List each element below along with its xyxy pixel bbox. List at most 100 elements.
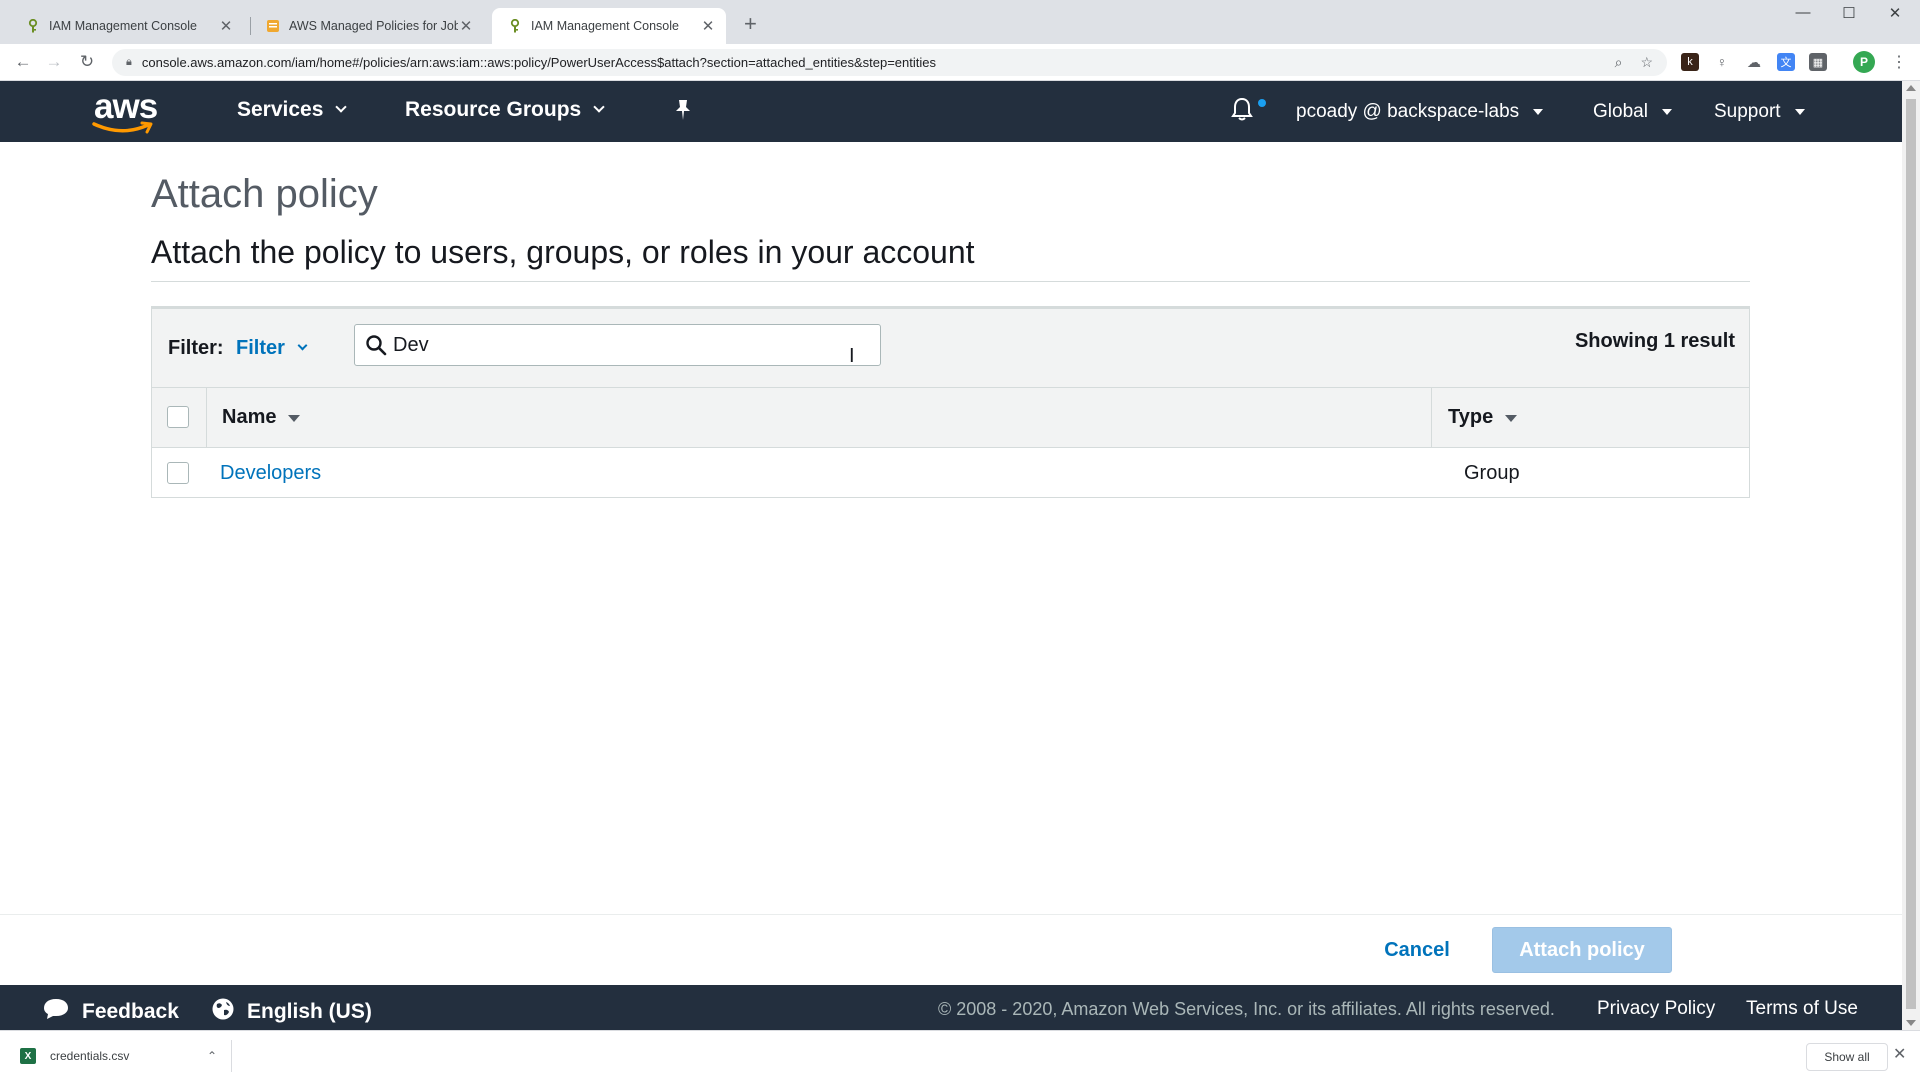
new-tab-button[interactable]: + — [744, 13, 757, 35]
notification-dot — [1258, 99, 1266, 107]
show-all-button[interactable]: Show all — [1806, 1043, 1888, 1071]
caret-down-icon — [1661, 109, 1672, 115]
search-icon — [366, 335, 387, 356]
browser-tab-strip: IAM Management Console ✕ AWS Managed Pol… — [0, 0, 1920, 44]
action-bar-divider — [0, 914, 1902, 915]
translate-extension-icon[interactable]: 文 — [1777, 53, 1795, 71]
globe-icon — [211, 997, 235, 1027]
row-checkbox[interactable] — [167, 462, 189, 484]
extension-grid-icon[interactable]: ▦ — [1809, 53, 1827, 71]
vertical-scrollbar[interactable] — [1902, 81, 1920, 1030]
attach-policy-button[interactable]: Attach policy — [1492, 927, 1672, 973]
search-box[interactable]: I — [354, 324, 881, 367]
language-selector[interactable]: English (US) — [211, 997, 372, 1027]
aws-docs-icon — [266, 19, 280, 33]
page-subtitle: Attach the policy to users, groups, or r… — [151, 234, 975, 270]
chevron-down-icon — [335, 101, 348, 113]
close-shelf-icon[interactable]: ✕ — [1893, 1044, 1906, 1064]
support-menu[interactable]: Support — [1714, 101, 1805, 123]
notification-bell-icon[interactable] — [1230, 96, 1254, 129]
url-text: console.aws.amazon.com/iam/home#/policie… — [141, 55, 936, 70]
reload-icon[interactable]: ↻ — [76, 52, 98, 72]
excel-file-icon: X — [20, 1048, 36, 1064]
download-file-name: credentials.csv — [50, 1049, 130, 1063]
caret-down-icon — [1533, 109, 1544, 115]
table-header: Name Type — [152, 387, 1749, 448]
column-header-type[interactable]: Type — [1448, 406, 1518, 429]
cancel-button[interactable]: Cancel — [1370, 928, 1464, 972]
column-header-label: Name — [222, 406, 277, 428]
column-header-name[interactable]: Name — [222, 406, 301, 429]
column-divider — [1431, 388, 1432, 447]
aws-top-nav: aws Services Resource Groups pcoady @ ba… — [0, 81, 1902, 142]
sort-caret-icon — [288, 415, 301, 422]
browser-tab-title: IAM Management Console — [531, 19, 679, 33]
extension-cloud-icon[interactable]: ☁ — [1745, 53, 1763, 71]
copyright-text: © 2008 - 2020, Amazon Web Services, Inc.… — [938, 999, 1555, 1019]
account-label: pcoady @ backspace-labs — [1296, 101, 1520, 122]
close-tab-icon[interactable]: ✕ — [218, 17, 234, 35]
column-divider — [206, 388, 207, 447]
browser-menu-icon[interactable]: ⋮ — [1891, 52, 1907, 72]
table-row[interactable]: Developers Group — [152, 448, 1749, 498]
browser-tab-iam-1[interactable]: IAM Management Console ✕ — [10, 8, 244, 44]
download-shelf: X credentials.csv ⌃ Show all ✕ — [0, 1030, 1920, 1080]
entity-name-link[interactable]: Developers — [220, 462, 321, 485]
entities-table-panel: Filter: Filter I Showing 1 result Name T… — [151, 306, 1750, 498]
maximize-icon[interactable]: ☐ — [1829, 4, 1869, 22]
address-bar[interactable]: 🔒︎ console.aws.amazon.com/iam/home#/poli… — [112, 49, 1667, 76]
result-count: Showing 1 result — [1574, 330, 1735, 352]
language-label: English (US) — [247, 1000, 372, 1023]
bookmark-star-icon[interactable]: ☆ — [1640, 54, 1653, 71]
back-arrow-icon[interactable]: ← — [12, 52, 34, 72]
feedback-link[interactable]: Feedback — [42, 997, 179, 1027]
close-tab-icon[interactable]: ✕ — [458, 17, 474, 35]
resource-groups-menu[interactable]: Resource Groups — [405, 98, 605, 122]
extension-key-icon[interactable]: ♀ — [1713, 53, 1731, 71]
filter-dropdown[interactable]: Filter — [236, 337, 308, 360]
select-all-checkbox[interactable] — [167, 406, 189, 428]
key-icon — [26, 19, 40, 33]
close-window-icon[interactable]: ✕ — [1875, 4, 1915, 22]
chevron-down-icon — [297, 340, 308, 351]
services-menu[interactable]: Services — [237, 98, 348, 122]
sort-caret-icon — [1505, 415, 1518, 422]
minimize-icon[interactable]: — — [1783, 4, 1823, 21]
browser-tab-title: IAM Management Console — [49, 19, 197, 33]
scroll-down-icon[interactable] — [1906, 1020, 1916, 1026]
account-menu[interactable]: pcoady @ backspace-labs — [1296, 101, 1544, 123]
caret-down-icon — [1794, 109, 1805, 115]
chevron-down-icon — [593, 101, 605, 113]
services-label: Services — [237, 98, 324, 121]
privacy-policy-link[interactable]: Privacy Policy — [1597, 998, 1715, 1020]
forward-arrow-icon[interactable]: → — [43, 52, 65, 72]
chevron-up-icon[interactable]: ⌃ — [207, 1049, 217, 1063]
support-label: Support — [1714, 101, 1781, 122]
search-input[interactable] — [393, 331, 863, 359]
extension-icon[interactable]: k — [1681, 53, 1699, 71]
filter-dropdown-label: Filter — [236, 337, 285, 359]
feedback-label: Feedback — [82, 1000, 179, 1023]
profile-avatar[interactable]: P — [1853, 51, 1875, 73]
close-tab-icon[interactable]: ✕ — [700, 17, 716, 35]
aws-smile-icon — [92, 121, 153, 134]
key-icon — [508, 19, 522, 33]
speech-bubble-icon — [42, 997, 70, 1027]
download-item[interactable]: X credentials.csv ⌃ — [14, 1040, 232, 1072]
browser-tab-iam-active[interactable]: IAM Management Console ✕ — [492, 8, 726, 44]
column-header-label: Type — [1448, 406, 1494, 428]
scrollbar-thumb[interactable] — [1906, 99, 1916, 1009]
aws-logo[interactable]: aws — [92, 87, 158, 135]
lock-icon: 🔒︎ — [126, 56, 132, 68]
region-menu[interactable]: Global — [1593, 101, 1672, 123]
aws-footer: Feedback English (US) © 2008 - 2020, Ama… — [0, 985, 1902, 1030]
terms-of-use-link[interactable]: Terms of Use — [1746, 998, 1858, 1020]
pin-icon[interactable] — [673, 98, 693, 128]
resource-groups-label: Resource Groups — [405, 98, 582, 121]
browser-tab-aws-policies[interactable]: AWS Managed Policies for Job F… ✕ — [250, 8, 484, 44]
page-title: Attach policy — [151, 172, 378, 216]
entity-type: Group — [1464, 462, 1520, 484]
browser-tab-title: AWS Managed Policies for Job F… — [289, 19, 458, 33]
scroll-up-icon[interactable] — [1906, 85, 1916, 91]
zoom-icon[interactable]: ⌕ — [1615, 54, 1623, 71]
